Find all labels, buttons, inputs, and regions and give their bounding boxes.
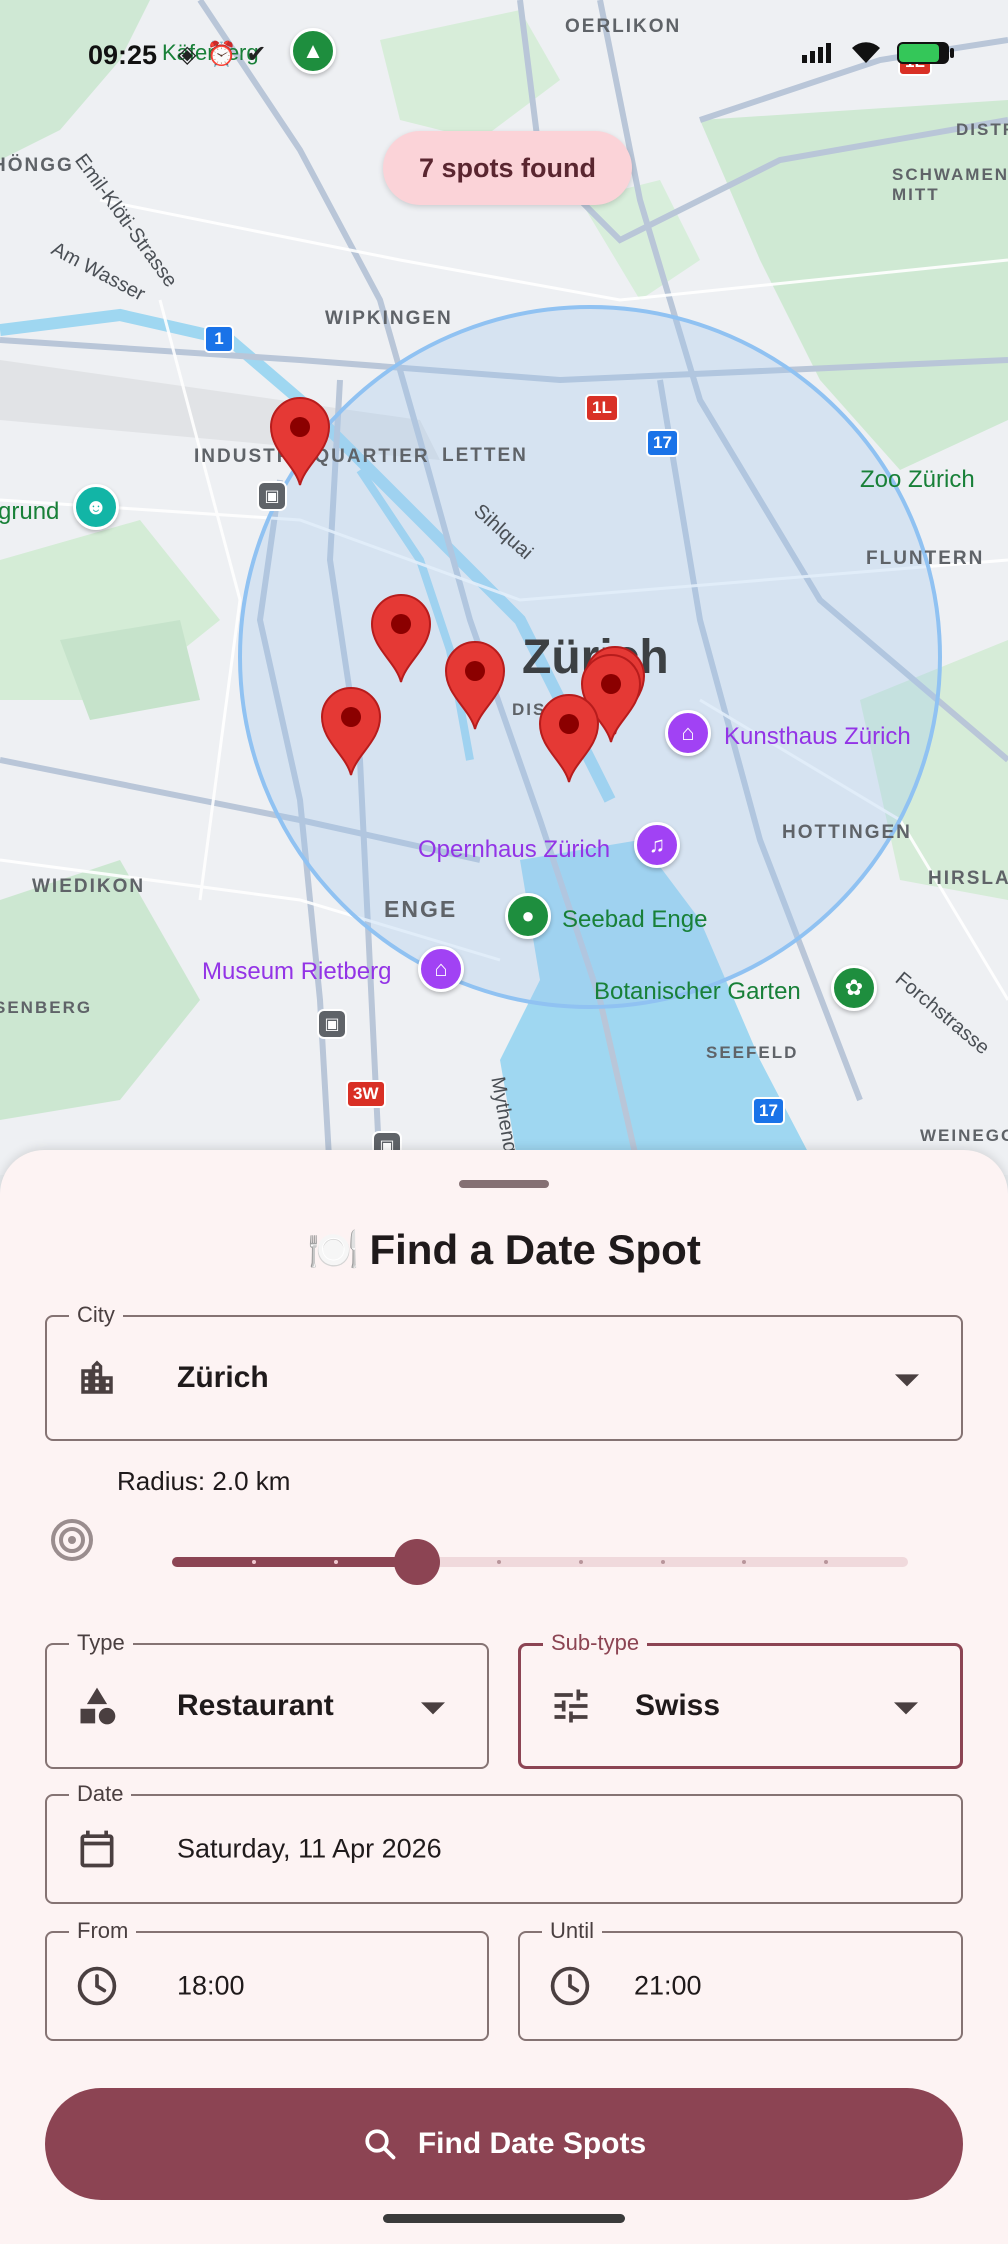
date-field[interactable]: Date Saturday, 11 Apr 2026	[45, 1781, 963, 1904]
status-bar: 09:25 ◈ ⏰ ✔	[0, 0, 1008, 112]
location-icon[interactable]: ●	[505, 893, 551, 939]
poi-label[interactable]: Museum Rietberg	[202, 958, 391, 986]
radius-slider[interactable]	[172, 1557, 908, 1567]
status-time: 09:25	[88, 40, 158, 70]
clock-icon	[75, 1964, 119, 2008]
status-right	[802, 40, 956, 66]
map-area-label: HOTTINGEN	[782, 822, 912, 843]
map-area-label: ENGE	[384, 896, 458, 922]
check-icon: ✔	[246, 41, 267, 68]
radius-icon	[51, 1519, 93, 1561]
until-time-field[interactable]: Until 21:00	[518, 1918, 963, 2041]
sim-icon: ◈	[178, 41, 197, 68]
spot-pin-icon[interactable]	[442, 639, 508, 731]
dropdown-arrow-icon	[894, 1702, 918, 1715]
battery-icon	[897, 42, 954, 64]
road-shield: 17	[752, 1097, 785, 1125]
from-time-field[interactable]: From 18:00	[45, 1918, 489, 2041]
subtype-value: Swiss	[635, 1689, 721, 1722]
sheet-title-text: Find a Date Spot	[369, 1226, 701, 1273]
slider-tick	[578, 1560, 583, 1564]
date-label: Date	[69, 1781, 132, 1807]
slider-tick	[251, 1560, 256, 1564]
road-shield: 17	[646, 429, 679, 457]
spot-pin-icon[interactable]	[536, 692, 602, 784]
type-label: Type	[69, 1630, 133, 1656]
map-area-label: HIRSLAN	[928, 868, 1008, 889]
playground-icon[interactable]: ☻	[73, 484, 119, 530]
poi-label[interactable]: Zoo Zürich	[860, 466, 975, 494]
map-area-label: SEEFELD	[706, 1043, 799, 1062]
search-sheet: 🍽️ Find a Date Spot City Zürich Radius: 2…	[0, 1150, 1008, 2244]
wifi-icon	[852, 42, 880, 63]
city-value: Zürich	[177, 1361, 269, 1394]
spot-pin-icon[interactable]	[318, 685, 384, 777]
museum-icon[interactable]: ⌂	[665, 710, 711, 756]
spots-found-chip: 7 spots found	[383, 131, 632, 205]
drag-handle[interactable]	[459, 1180, 549, 1188]
poi-label[interactable]: grund	[0, 498, 59, 526]
shapes-icon	[75, 1684, 119, 1728]
find-button-label: Find Date Spots	[417, 2127, 647, 2160]
find-date-spots-button[interactable]: Find Date Spots	[45, 2088, 963, 2200]
slider-thumb[interactable]	[394, 1539, 441, 1585]
map-area-label: WIEDIKON	[32, 876, 146, 897]
poi-label[interactable]: Seebad Enge	[562, 906, 707, 934]
subtype-dropdown[interactable]: Sub-type Swiss	[518, 1630, 963, 1769]
date-value: Saturday, 11 Apr 2026	[177, 1833, 442, 1864]
type-dropdown[interactable]: Type Restaurant	[45, 1630, 489, 1769]
clock-icon	[548, 1964, 592, 2008]
gesture-nav-handle[interactable]	[383, 2214, 625, 2223]
map-area-label: WIPKINGEN	[325, 308, 453, 329]
notification-icons: ◈ ⏰ ✔	[178, 40, 266, 69]
train-station-icon[interactable]: ▣	[317, 1009, 347, 1039]
city-label: City	[69, 1302, 123, 1328]
dropdown-arrow-icon	[895, 1374, 919, 1387]
signal-icon	[802, 43, 831, 63]
slider-tick	[333, 1560, 338, 1564]
map-area-label: FLUNTERN	[866, 548, 985, 569]
radius-control: Radius: 2.0 km	[0, 1466, 1008, 1606]
building-icon	[75, 1356, 119, 1400]
map-area-label: SCHWAMEN MITT	[892, 165, 1008, 204]
road-shield: 1L	[585, 394, 619, 422]
map-area-label: LETTEN	[442, 445, 528, 466]
map-view[interactable]: OERLIKON HÖNGG WIPKINGEN INDUSTRIEQUARTI…	[0, 0, 1008, 1175]
type-value: Restaurant	[177, 1689, 334, 1722]
music-icon[interactable]: ♫	[634, 822, 680, 868]
tune-icon	[549, 1684, 593, 1728]
map-area-label: DISTR	[956, 120, 1008, 139]
radius-label: Radius: 2.0 km	[117, 1466, 291, 1496]
calendar-icon	[75, 1827, 119, 1871]
map-area-label: SENBERG	[0, 998, 93, 1017]
alarm-icon: ⏰	[206, 41, 237, 68]
museum-icon[interactable]: ⌂	[418, 946, 464, 992]
until-label: Until	[542, 1918, 603, 1944]
poi-label[interactable]: Botanischer Garten	[594, 978, 801, 1006]
from-value: 18:00	[177, 1970, 245, 2001]
poi-label[interactable]: Kunsthaus Zürich	[724, 723, 911, 751]
search-icon	[365, 2129, 396, 2160]
road-shield: 3W	[346, 1080, 386, 1108]
until-value: 21:00	[634, 1970, 702, 2001]
slider-fill	[172, 1557, 418, 1567]
spot-pin-icon[interactable]	[267, 395, 333, 487]
from-label: From	[69, 1918, 137, 1944]
city-dropdown[interactable]: City Zürich	[45, 1302, 963, 1441]
flower-icon[interactable]: ✿	[831, 965, 877, 1011]
plate-icon: 🍽️	[307, 1226, 360, 1273]
subtype-label: Sub-type	[543, 1630, 648, 1656]
poi-label[interactable]: Opernhaus Zürich	[418, 836, 610, 864]
dropdown-arrow-icon	[421, 1702, 445, 1715]
sheet-title: 🍽️ Find a Date Spot	[0, 1226, 1008, 1275]
map-area-label: WEINEGG	[920, 1126, 1008, 1145]
slider-tick	[660, 1560, 665, 1564]
map-area-label: HÖNGG	[0, 155, 74, 176]
spot-pin-icon[interactable]	[368, 592, 434, 684]
road-shield: 1	[204, 325, 234, 353]
